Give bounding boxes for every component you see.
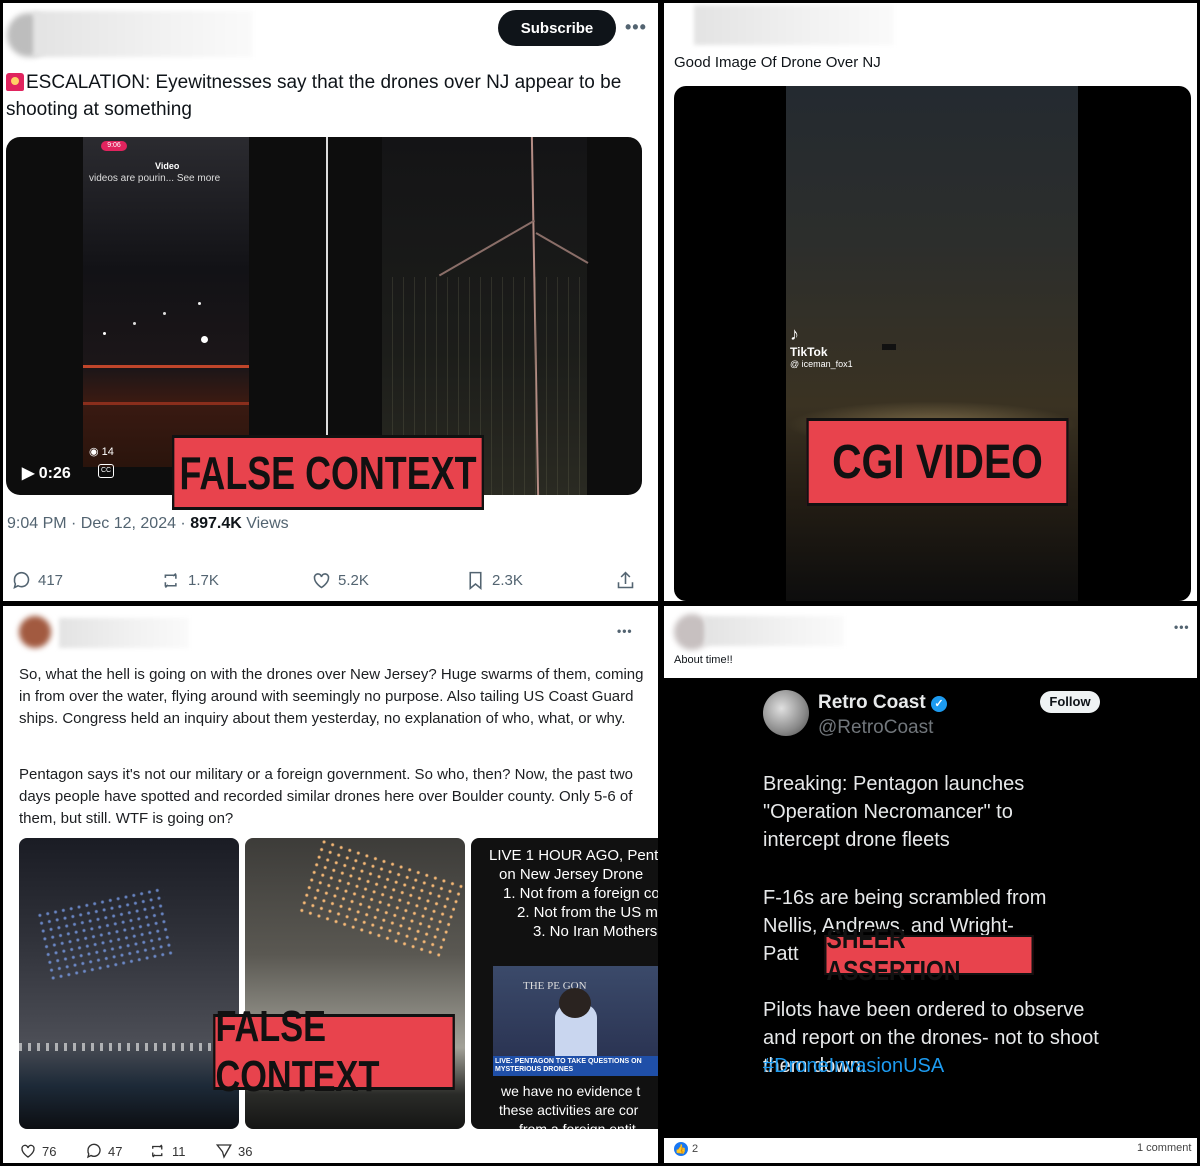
- more-options-icon[interactable]: •••: [617, 624, 633, 638]
- bookmark-button[interactable]: 2.3K: [465, 570, 523, 591]
- share-button[interactable]: 36: [215, 1142, 252, 1160]
- verified-badge-icon: ✓: [930, 696, 947, 712]
- false-context-badge: FALSE CONTEXT: [213, 1002, 455, 1101]
- subscribe-button[interactable]: Subscribe: [498, 10, 616, 46]
- tiktok-watermark: ♪ TikTok @ iceman_fox1: [790, 324, 853, 369]
- repost-icon: [164, 572, 177, 589]
- reply-button[interactable]: 417: [11, 570, 63, 591]
- sheer-assertion-badge: SHEER ASSERTION: [824, 923, 1034, 986]
- tweet-author-name: Retro Coast ✓: [818, 692, 947, 714]
- news-graphic-text: LIVE 1 HOUR AGO, Pent on New Jersey Dron…: [489, 847, 658, 940]
- heart-icon: [21, 1144, 35, 1158]
- repost-button[interactable]: 11: [149, 1142, 186, 1160]
- comment-button[interactable]: 47: [85, 1142, 122, 1160]
- author-name-blurred[interactable]: [694, 5, 894, 45]
- like-button[interactable]: 76: [19, 1142, 56, 1160]
- follow-button[interactable]: Follow: [1040, 691, 1100, 713]
- reply-icon: [13, 571, 30, 589]
- captions-icon[interactable]: CC: [98, 464, 114, 478]
- bookmark-icon: [469, 571, 482, 591]
- post-about-time: ••• About time!! Retro Coast ✓ @RetroCoa…: [664, 606, 1197, 1163]
- heart-icon: [313, 573, 330, 589]
- more-options-icon[interactable]: •••: [1174, 620, 1190, 634]
- cgi-video-badge: CGI VIDEO: [806, 418, 1069, 506]
- retro-coast-avatar: [763, 690, 809, 736]
- play-button[interactable]: ▶ 0:26: [22, 463, 71, 483]
- author-name-blurred[interactable]: [33, 11, 253, 57]
- repost-icon: [152, 1144, 163, 1158]
- like-button[interactable]: 5.2K: [311, 570, 369, 591]
- screen-recording: 9:06 Video videos are pourin... See more…: [83, 137, 249, 467]
- reactions-count[interactable]: 👍 2: [674, 1142, 698, 1156]
- false-context-badge: FALSE CONTEXT: [172, 435, 484, 510]
- hashtag-link[interactable]: #DroneInvasionUSA: [763, 1052, 1183, 1080]
- video-player[interactable]: ♪ TikTok @ iceman_fox1: [674, 86, 1191, 601]
- post-meta: 9:04 PM · Dec 12, 2024 · 897.4K Views: [7, 515, 289, 532]
- repost-button[interactable]: 1.7K: [161, 570, 219, 591]
- post-drone-image: Good Image Of Drone Over NJ ♪ TikTok @ i…: [664, 3, 1197, 601]
- author-name-blurred[interactable]: [59, 618, 189, 648]
- post-escalation: Subscribe ••• ESCALATION: Eyewitnesses s…: [3, 3, 658, 601]
- post-paragraph-2: Pentagon says it's not our military or a…: [19, 766, 634, 827]
- post-boulder: ••• So, what the hell is going on with t…: [3, 606, 658, 1163]
- post-paragraph-1: So, what the hell is going on with the d…: [19, 666, 644, 727]
- avatar[interactable]: [19, 616, 51, 648]
- share-icon: [617, 571, 634, 589]
- app-title: Video: [155, 161, 180, 171]
- more-options-icon[interactable]: •••: [625, 17, 647, 38]
- media-thumbnail-1[interactable]: [19, 838, 239, 1129]
- status-time: 9:06: [101, 141, 127, 151]
- video-caption: videos are pourin... See more: [89, 173, 221, 184]
- post-text: ESCALATION: Eyewitnesses say that the dr…: [6, 72, 622, 120]
- post-text: About time!!: [674, 654, 733, 666]
- quoted-tweet-screenshot[interactable]: Retro Coast ✓ @RetroCoast Follow Breakin…: [664, 678, 1197, 1138]
- thumbs-up-icon: 👍: [674, 1142, 688, 1156]
- media-thumbnail-3[interactable]: LIVE 1 HOUR AGO, Pent on New Jersey Dron…: [471, 838, 658, 1129]
- post-text: Good Image Of Drone Over NJ: [674, 54, 881, 71]
- author-name-blurred[interactable]: [704, 616, 844, 646]
- tweet-author-handle: @RetroCoast: [818, 717, 934, 738]
- share-button[interactable]: [615, 570, 636, 591]
- siren-icon: [6, 73, 24, 91]
- view-count: ◉ 14: [89, 446, 114, 458]
- tweet-paragraph-1: Breaking: Pentagon launches "Operation N…: [763, 773, 1025, 851]
- comments-count[interactable]: 1 comment: [1137, 1142, 1191, 1154]
- send-icon: [215, 1144, 232, 1159]
- comment-icon: [86, 1143, 101, 1159]
